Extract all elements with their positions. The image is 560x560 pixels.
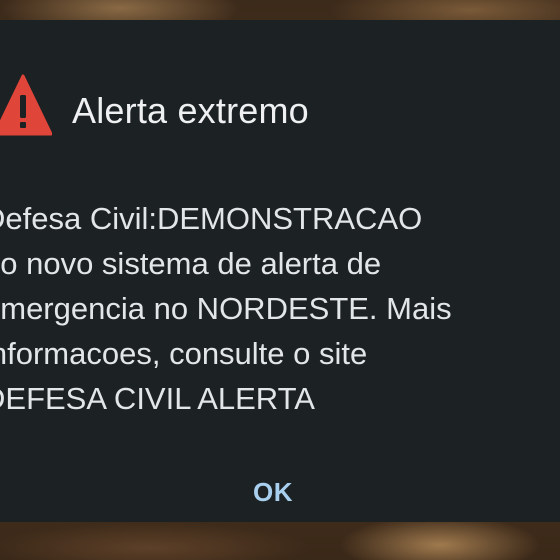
ok-button[interactable]: OK	[232, 466, 314, 518]
alert-message: Defesa Civil:DEMONSTRACAO do novo sistem…	[0, 201, 452, 416]
emergency-alert-dialog: Alerta extremo Defesa Civil:DEMONSTRACAO…	[0, 20, 560, 522]
alert-title: Alerta extremo	[72, 90, 309, 131]
warning-icon	[0, 74, 52, 136]
